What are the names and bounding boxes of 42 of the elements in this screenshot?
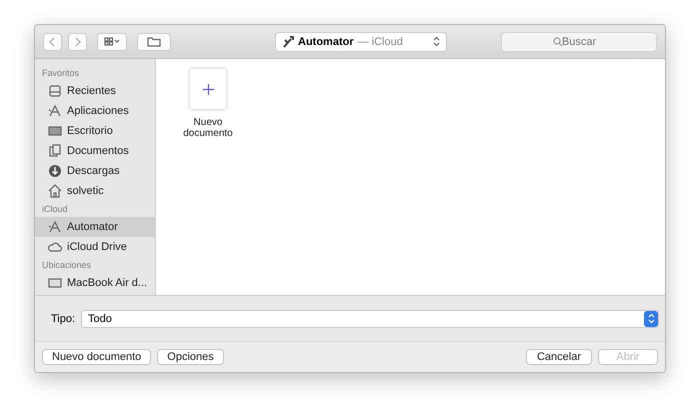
location-dropdown[interactable]: Automator — iCloud bbox=[275, 32, 447, 52]
sidebar-heading: iCloud bbox=[41, 203, 69, 216]
documents-icon bbox=[48, 144, 62, 158]
new-folder-button[interactable] bbox=[137, 32, 171, 50]
home-icon bbox=[48, 184, 62, 198]
new-document-thumbnail[interactable] bbox=[190, 69, 226, 109]
recents-icon bbox=[48, 84, 62, 98]
sidebar-item[interactable]: Documentos bbox=[35, 141, 155, 161]
chevron-left-icon bbox=[49, 36, 56, 46]
apps-icon bbox=[48, 104, 62, 118]
up-down-icon bbox=[433, 36, 440, 47]
sidebar-item[interactable]: Descargas bbox=[35, 161, 155, 181]
apps-icon bbox=[48, 220, 62, 234]
folder-icon bbox=[147, 36, 161, 47]
search-icon bbox=[553, 36, 563, 46]
sidebar-item[interactable]: solvetic bbox=[35, 181, 155, 201]
sidebar-item[interactable]: Automator bbox=[35, 217, 155, 237]
plus-icon bbox=[202, 84, 214, 94]
sidebar-heading: Ubicaciones bbox=[41, 259, 92, 272]
sidebar-item[interactable]: iCloud Drive bbox=[35, 237, 155, 257]
sidebar-item[interactable]: MacBook Air d... bbox=[35, 273, 155, 293]
up-down-icon bbox=[648, 313, 654, 324]
view-button[interactable] bbox=[97, 32, 127, 50]
file-label: Nuevo documento bbox=[182, 117, 234, 139]
sidebar-item[interactable]: Recientes bbox=[35, 81, 155, 101]
laptop-icon bbox=[48, 276, 62, 290]
desktop-icon bbox=[48, 124, 62, 138]
chevron-right-icon bbox=[74, 36, 81, 46]
dialog-button[interactable]: Nuevo documento bbox=[42, 349, 152, 365]
type-dropdown[interactable]: Todo bbox=[81, 310, 659, 328]
grid-icon bbox=[104, 37, 120, 46]
search-field[interactable]: Buscar bbox=[501, 32, 657, 52]
dialog-button[interactable]: Cancelar bbox=[526, 349, 592, 365]
back-button[interactable] bbox=[43, 32, 62, 50]
type-label: Tipo: bbox=[51, 312, 76, 324]
cloud-icon bbox=[48, 240, 62, 254]
forward-button[interactable] bbox=[68, 32, 87, 50]
sidebar-item[interactable]: Escritorio bbox=[35, 121, 155, 141]
sidebar-heading: Favoritos bbox=[41, 67, 80, 80]
dialog-button[interactable]: Opciones bbox=[157, 349, 224, 365]
download-icon bbox=[48, 164, 62, 178]
sidebar-item[interactable]: Aplicaciones bbox=[35, 101, 155, 121]
